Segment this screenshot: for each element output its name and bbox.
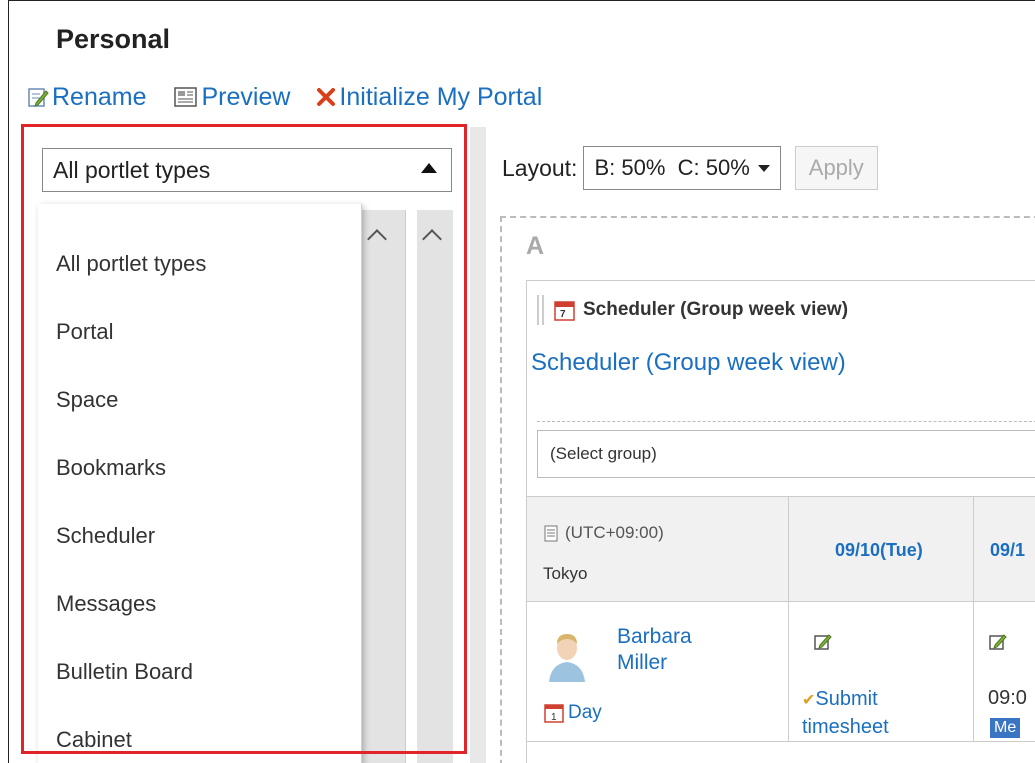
rename-label: Rename: [52, 82, 147, 111]
svg-text:1: 1: [551, 712, 557, 723]
layout-label: Layout:: [502, 154, 578, 181]
portlet-header[interactable]: 7 Scheduler (Group week view): [527, 281, 1035, 339]
layout-area: Layout: B: 50% C: 50% Apply A 7 Schedule…: [486, 127, 1035, 763]
dropdown-option[interactable]: Bulletin Board: [38, 638, 361, 706]
date-link[interactable]: 09/10(Tue): [835, 540, 923, 561]
timezone-label: (UTC+09:00): [565, 523, 664, 542]
event-time: 09:0: [988, 687, 1027, 709]
drop-zone-a: A 7 Scheduler (Group week view) Schedule…: [500, 216, 1035, 763]
svg-text:7: 7: [560, 309, 566, 320]
user-first-name: Barbara: [617, 625, 692, 648]
scrollbar-track[interactable]: [362, 210, 406, 763]
panel-divider[interactable]: [470, 127, 486, 763]
scrollbar-track-outer[interactable]: [417, 210, 453, 763]
initialize-label: Initialize My Portal: [339, 82, 543, 111]
preview-button[interactable]: Preview: [173, 82, 291, 112]
portlet-type-selected: All portlet types: [53, 156, 211, 183]
calendar-day-icon: 1: [544, 704, 564, 723]
chevron-up-icon: [367, 229, 387, 249]
chevron-up-icon: [422, 229, 442, 249]
building-icon: [544, 525, 558, 542]
rename-icon: [28, 88, 49, 107]
portlet-title: Scheduler (Group week view): [583, 299, 849, 320]
user-last-name: Miller: [617, 651, 668, 674]
timezone-cell: (UTC+09:00) Tokyo: [527, 497, 789, 602]
dropdown-option[interactable]: Bookmarks: [38, 434, 361, 502]
edit-icon[interactable]: [988, 632, 1008, 652]
toolbar: Rename Preview Initialize My Portal: [27, 80, 568, 114]
dropdown-option[interactable]: Cabinet: [38, 706, 361, 763]
apply-button[interactable]: Apply: [794, 146, 878, 190]
portlet-type-select[interactable]: All portlet types: [42, 148, 452, 192]
timezone: (UTC+09:00): [543, 523, 664, 543]
dropdown-option[interactable]: Scheduler: [38, 502, 361, 570]
portlet-palette: All portlet types All portlet types Port…: [24, 127, 464, 763]
preview-label: Preview: [201, 82, 291, 111]
submit-timesheet-link[interactable]: ✔Submit timesheet: [802, 686, 889, 740]
scheduler-portlet: 7 Scheduler (Group week view) Scheduler …: [526, 280, 1035, 763]
zone-label: A: [526, 232, 545, 260]
layout-row: Layout: B: 50% C: 50% Apply: [502, 146, 878, 190]
submit-label-1: Submit: [815, 688, 878, 710]
date-header: 09/10(Tue): [789, 497, 974, 602]
date-header: 09/1: [974, 497, 1035, 602]
dropdown-option[interactable]: Space: [38, 366, 361, 434]
submit-label-2: timesheet: [802, 716, 889, 738]
dropdown-option[interactable]: All portlet types: [38, 230, 361, 298]
group-select[interactable]: (Select group): [537, 430, 1035, 478]
rename-button[interactable]: Rename: [27, 83, 147, 112]
day-cell: ✔Submit timesheet: [789, 602, 974, 742]
layout-select[interactable]: B: 50% C: 50%: [583, 146, 781, 190]
week-calendar: (UTC+09:00) Tokyo 09/10(Tue) 09/1 Barbar…: [527, 496, 1035, 742]
timezone-city: Tokyo: [543, 564, 588, 583]
portlet-link[interactable]: Scheduler (Group week view): [531, 349, 846, 377]
initialize-portal-button[interactable]: Initialize My Portal: [316, 83, 542, 112]
preview-icon: [173, 87, 197, 107]
date-link[interactable]: 09/1: [990, 540, 1025, 561]
day-link-label: Day: [568, 702, 602, 723]
user-link[interactable]: Barbara Miller: [617, 624, 692, 676]
drag-handle-icon[interactable]: [537, 295, 544, 325]
event-badge[interactable]: Me: [990, 718, 1021, 738]
day-cell: 09:0 Me: [974, 602, 1035, 742]
calendar-icon: 7: [554, 301, 575, 321]
dropdown-option[interactable]: Messages: [38, 570, 361, 638]
user-cell: Barbara Miller 1 Day: [527, 602, 789, 742]
close-icon: [317, 88, 336, 106]
dropdown-option[interactable]: Portal: [38, 298, 361, 366]
portlet-type-dropdown: All portlet types Portal Space Bookmarks…: [38, 204, 362, 763]
check-warning-icon: ✔: [802, 692, 816, 709]
day-view-link[interactable]: 1 Day: [543, 702, 602, 724]
layout-value: B: 50% C: 50%: [594, 155, 750, 180]
page-title: Personal: [56, 24, 171, 54]
avatar: [549, 634, 585, 682]
group-bar: (Select group): [537, 421, 1035, 479]
chevron-down-icon: [757, 164, 770, 172]
chevron-up-icon: [421, 163, 437, 173]
edit-icon[interactable]: [813, 632, 833, 652]
